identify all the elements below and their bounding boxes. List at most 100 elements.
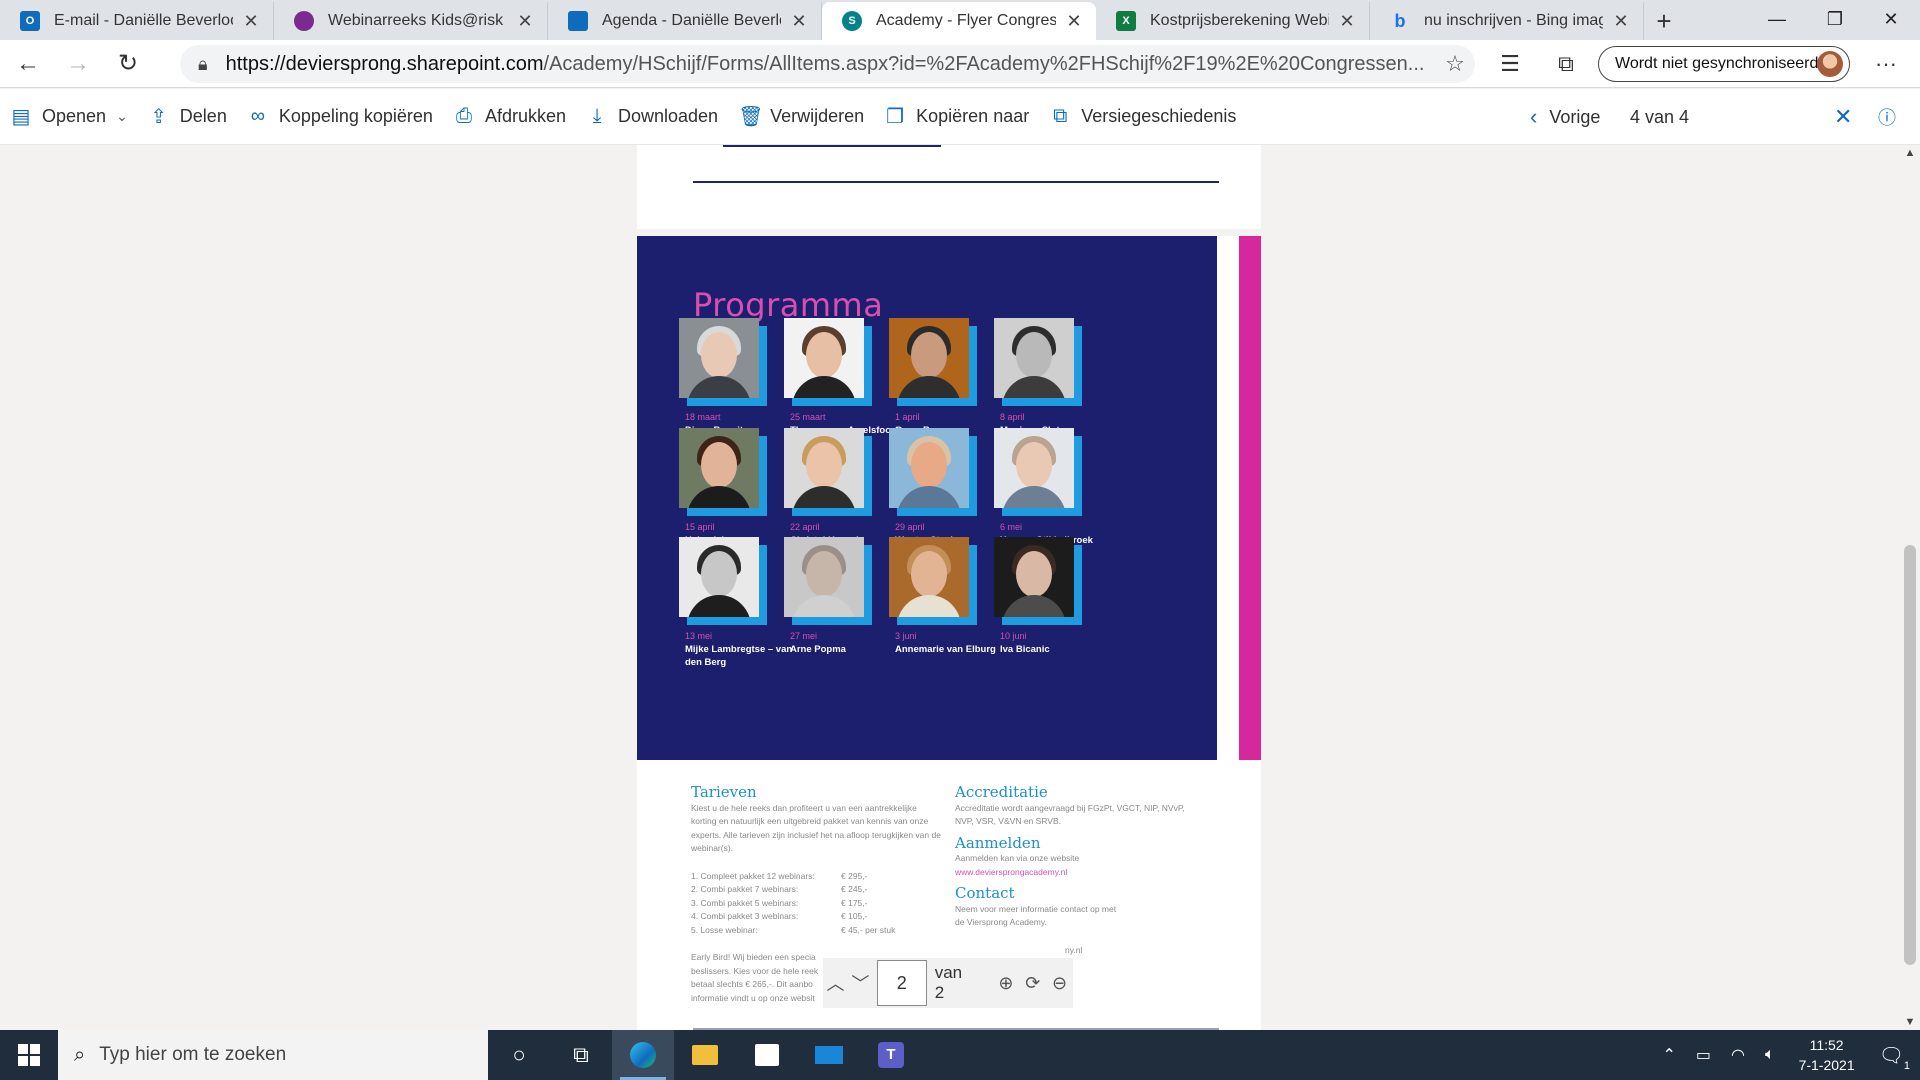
download-label: Downloaden [618, 106, 719, 126]
previous-button[interactable]: ‹ Vorige [1530, 89, 1600, 145]
copy-to-button[interactable]: ❐ Kopiëren naar [874, 89, 1039, 145]
print-label: Afdrukken [484, 106, 566, 126]
accreditatie-text: Accreditatie wordt aangevraagd bij FGzPt… [955, 802, 1185, 827]
wifi-icon[interactable]: ◠ [1731, 1045, 1745, 1065]
restore-button[interactable]: ❐ [1806, 0, 1864, 38]
speaker-card: 10 juni Iva Bicanic [994, 537, 1114, 677]
tab-title: E-mail - Daniëlle Beverloo - O [54, 12, 233, 29]
scroll-up-icon[interactable]: ▲ [1900, 147, 1920, 159]
speaker-photo-frame [679, 428, 771, 516]
collections-icon[interactable]: ⧉ [1548, 48, 1584, 80]
edge-logo [630, 1042, 656, 1068]
browser-tab-active[interactable]: S Academy - Flyer Congres_v4 ✕ [822, 2, 1096, 40]
close-icon[interactable]: ✕ [515, 11, 535, 32]
photo-face [701, 442, 737, 488]
back-button[interactable]: ← [6, 44, 50, 84]
browser-tab[interactable]: X Kostprijsberekening Webinar ✕ [1096, 2, 1370, 40]
share-icon: ⇪ [150, 106, 168, 128]
notification-icon[interactable]: 🗨︎ 1 [1879, 1043, 1910, 1072]
new-tab-button[interactable]: + [1644, 2, 1684, 40]
photo-body [792, 486, 856, 508]
zoom-out-icon[interactable]: ⊖ [1046, 973, 1073, 994]
rotate-icon[interactable]: ⟳ [1019, 973, 1046, 994]
tariff-label: 4. Combi pakket 3 webinars: [691, 911, 799, 921]
browser-tab[interactable]: Webinarreeks Kids@risk | Vie ✕ [274, 2, 548, 40]
tariff-label: 5. Losse webinar: [691, 924, 758, 935]
document-viewer: Programma 18 maartDiane Benoit25 maartTh… [0, 145, 1920, 1030]
scroll-thumb[interactable] [1904, 545, 1916, 965]
link-icon: ∞ [250, 105, 265, 127]
download-icon: ⤓ [592, 105, 602, 127]
battery-icon[interactable]: ▭ [1696, 1045, 1711, 1065]
tariff-price: € 295,- [841, 870, 868, 881]
favorite-star-icon[interactable]: ☆ [1435, 51, 1475, 77]
speaker-date: 13 mei [685, 631, 713, 641]
tariff-label: 2. Combi pakket 7 webinars: [691, 884, 799, 894]
bing-icon: b [1394, 10, 1406, 31]
profile-sync-button[interactable]: Wordt niet gesynchroniseerd [1598, 46, 1850, 82]
close-icon[interactable]: ✕ [1064, 11, 1084, 32]
file-explorer-icon[interactable] [674, 1030, 736, 1080]
speaker-photo [784, 428, 864, 508]
version-history-button[interactable]: ⧉ Versiegeschiedenis [1039, 89, 1246, 145]
share-button[interactable]: ⇪ Delen [138, 89, 237, 145]
close-window-button[interactable]: ✕ [1862, 0, 1920, 38]
contact-heading: Contact [955, 884, 1015, 902]
teams-logo: T [878, 1042, 904, 1068]
close-icon[interactable]: ✕ [789, 11, 809, 32]
tariff-label: 1. Compleet pakket 12 webinars: [691, 870, 815, 881]
scroll-down-icon[interactable]: ▼ [1900, 1016, 1920, 1028]
program-panel: Programma 18 maartDiane Benoit25 maartTh… [637, 236, 1217, 760]
open-button[interactable]: ▤ Openen ⌄ [0, 89, 138, 145]
volume-icon[interactable]: 🔈︎ [1765, 1046, 1775, 1064]
minimize-button[interactable]: — [1748, 0, 1806, 38]
tariff-row: 4. Combi pakket 3 webinars: € 105,- [691, 910, 941, 924]
speaker-photo [679, 537, 759, 617]
speaker-photo-frame [994, 537, 1086, 625]
edge-browser-icon[interactable] [612, 1030, 674, 1080]
page-number-input[interactable]: 2 [876, 960, 927, 1006]
speaker-photo-frame [679, 537, 771, 625]
browser-tab[interactable]: Agenda - Daniëlle Beverloo - ✕ [548, 2, 822, 40]
page-down-icon[interactable]: ﹀ [848, 970, 873, 996]
address-bar[interactable]: 🔒︎ https://deviersprong.sharepoint.com/A… [180, 45, 1475, 83]
tariff-label: 3. Combi pakket 5 webinars: [691, 897, 799, 908]
download-button[interactable]: ⤓ Downloaden [576, 89, 728, 145]
vertical-scrollbar[interactable]: ▲ ▼ [1900, 145, 1920, 1030]
more-icon[interactable]: ··· [1868, 48, 1904, 80]
browser-tab[interactable]: b nu inschrijven - Bing images ✕ [1370, 2, 1644, 40]
refresh-button[interactable]: ↻ [106, 44, 150, 84]
taskbar-search[interactable]: ⌕ Typ hier om te zoeken [58, 1030, 488, 1080]
outlook-icon: O [20, 11, 40, 31]
mail-icon[interactable] [798, 1030, 860, 1080]
close-viewer-icon[interactable]: ✕ [1834, 89, 1852, 145]
cortana-icon[interactable]: ○ [488, 1030, 550, 1080]
speaker-date: 27 mei [790, 631, 818, 641]
speaker-card: 13 mei Mijke Lambregtse – van den Berg [679, 537, 799, 677]
teams-icon[interactable]: T [860, 1030, 922, 1080]
store-icon[interactable] [736, 1030, 798, 1080]
chevron-up-icon[interactable]: ⌃ [1662, 1045, 1675, 1065]
photo-body [1002, 376, 1066, 398]
tariff-row: 2. Combi pakket 7 webinars: € 245,- [691, 883, 941, 897]
close-icon[interactable]: ✕ [241, 11, 261, 32]
lock-icon: 🔒︎ [198, 53, 208, 74]
print-button[interactable]: ⎙ Afdrukken [443, 89, 576, 145]
close-icon[interactable]: ✕ [1337, 11, 1357, 32]
delete-button[interactable]: 🗑︎ Verwijderen [728, 89, 874, 145]
close-icon[interactable]: ✕ [1611, 11, 1631, 32]
website-link[interactable]: www.deviersprongacademy.nl [955, 866, 1205, 880]
zoom-in-icon[interactable]: ⊕ [993, 973, 1020, 994]
info-icon[interactable]: ⓘ [1878, 89, 1896, 145]
word-doc-icon: ▤ [11, 106, 31, 128]
clock[interactable]: 11:52 7-1-2021 [1799, 1035, 1855, 1075]
speaker-photo-frame [889, 537, 981, 625]
version-history-label: Versiegeschiedenis [1081, 106, 1237, 126]
page-up-icon[interactable]: ︿ [823, 970, 848, 996]
browser-tab[interactable]: O E-mail - Daniëlle Beverloo - O ✕ [0, 2, 274, 40]
favorites-icon[interactable]: ☰ [1492, 48, 1528, 80]
windows-start-button[interactable] [0, 1030, 58, 1080]
copy-link-button[interactable]: ∞ Koppeling kopiëren [237, 89, 443, 145]
forward-button[interactable]: → [56, 44, 100, 84]
task-view-icon[interactable]: ⧉ [550, 1030, 612, 1080]
